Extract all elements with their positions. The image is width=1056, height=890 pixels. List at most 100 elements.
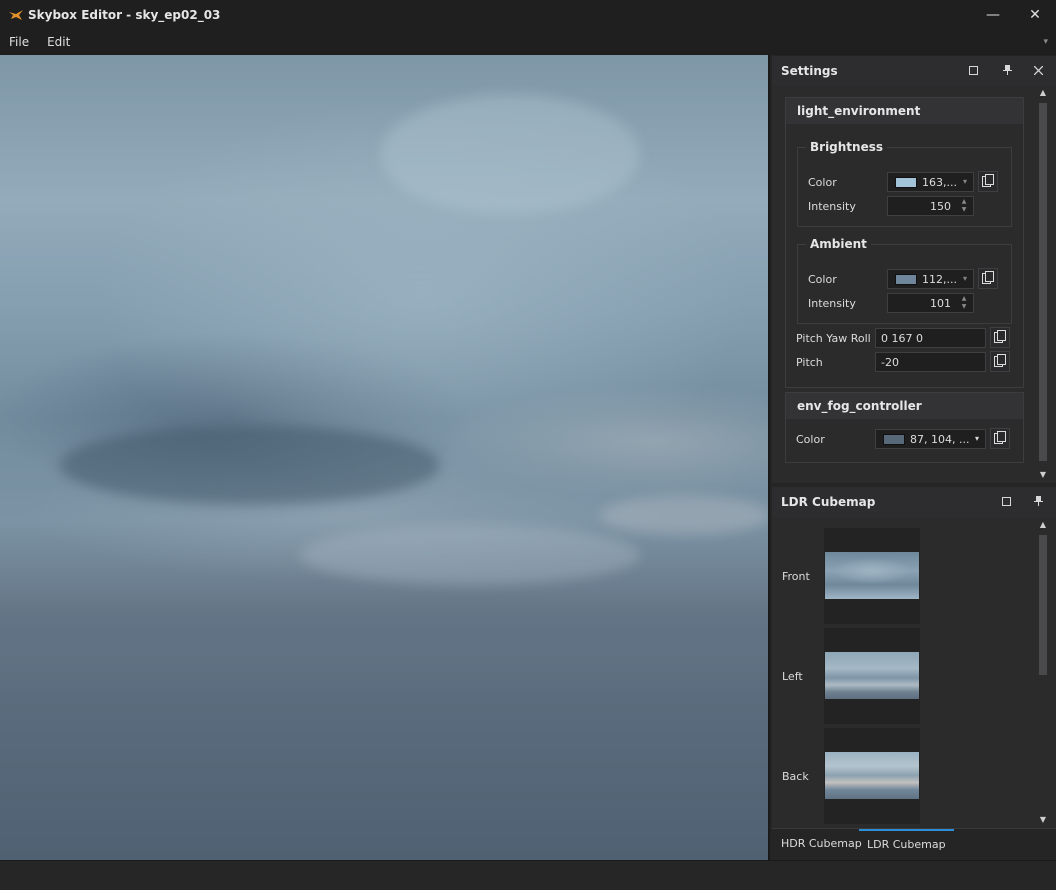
cubemap-pin-button[interactable] — [1023, 487, 1053, 517]
scroll-down-icon[interactable]: ▼ — [1037, 814, 1049, 826]
cubemap-float-button[interactable] — [991, 487, 1021, 517]
chevron-down-icon: ▾ — [974, 434, 979, 443]
brightness-color-picker[interactable]: 163,... ▾ — [887, 172, 974, 192]
close-icon — [1033, 64, 1043, 78]
pitch-yaw-roll-value: 0 167 0 — [881, 332, 923, 345]
env-fog-controller-title: env_fog_controller — [797, 399, 922, 413]
skybox-editor-window: Skybox Editor - sky_ep02_03 — ✕ File Edi… — [0, 0, 1056, 890]
copy-icon — [994, 329, 1006, 346]
cubemap-scrollbar-thumb[interactable] — [1039, 535, 1047, 675]
ambient-color-value: 112,... — [922, 272, 957, 286]
minimize-icon: — — [986, 7, 1000, 23]
ambient-color-swatch — [895, 273, 917, 285]
ambient-intensity-value: 101 — [930, 297, 951, 310]
pitch-copy-button[interactable] — [990, 351, 1010, 372]
window-title: Skybox Editor - sky_ep02_03 — [28, 8, 221, 22]
settings-panel-body: light_environment Brightness Color 163,.… — [772, 85, 1056, 483]
copy-icon — [982, 270, 994, 287]
menu-bar: File Edit ▾ — [0, 30, 1056, 54]
brightness-intensity-label: Intensity — [808, 200, 856, 213]
settings-float-button[interactable] — [958, 56, 988, 86]
face-label-front: Front — [782, 570, 810, 583]
cubemap-scrollbar[interactable]: ▲ ▼ — [1037, 519, 1049, 826]
settings-panel-title: Settings — [781, 64, 838, 78]
brightness-intensity-value: 150 — [930, 200, 951, 213]
spin-arrows-icon[interactable]: ▲ ▼ — [959, 295, 969, 311]
scroll-up-icon[interactable]: ▲ — [1037, 87, 1049, 99]
spin-arrows-icon[interactable]: ▲ ▼ — [959, 198, 969, 214]
ambient-color-copy-button[interactable] — [978, 268, 998, 289]
float-window-icon — [968, 64, 978, 78]
pitch-yaw-roll-input[interactable]: 0 167 0 — [875, 328, 986, 348]
tab-hdr-cubemap[interactable]: HDR Cubemap — [773, 829, 870, 860]
env-fog-controller-group: env_fog_controller Color 87, 104, ... ▾ — [785, 392, 1024, 463]
settings-panel-header: Settings — [772, 56, 1056, 86]
face-back-thumbnail[interactable] — [824, 728, 920, 824]
chevron-down-icon: ▾ — [962, 177, 967, 186]
horizon-haze — [0, 595, 768, 675]
ambient-group: Ambient Color 112,... ▾ Intensity 101 ▲ ▼ — [797, 237, 1012, 324]
float-window-icon — [1001, 495, 1011, 509]
cloud-shadow — [60, 425, 440, 505]
menu-edit[interactable]: Edit — [38, 30, 79, 54]
app-logo-icon — [8, 7, 24, 23]
face-left-image — [825, 652, 919, 699]
brightness-intensity-spinbox[interactable]: 150 ▲ ▼ — [887, 196, 974, 216]
settings-pin-button[interactable] — [992, 56, 1022, 86]
light-environment-title: light_environment — [797, 104, 921, 118]
chevron-down-icon: ▾ — [962, 274, 967, 283]
pin-icon — [1033, 495, 1043, 509]
dock-tab-bar: HDR Cubemap LDR Cubemap — [772, 828, 1056, 860]
skybox-viewport[interactable] — [0, 55, 768, 860]
brightness-color-swatch — [895, 176, 917, 188]
face-left-thumbnail[interactable] — [824, 628, 920, 724]
brightness-color-value: 163,... — [922, 175, 957, 189]
pitch-value: -20 — [881, 356, 899, 369]
scroll-up-icon[interactable]: ▲ — [1037, 519, 1049, 531]
settings-close-button[interactable] — [1023, 56, 1053, 86]
title-bar: Skybox Editor - sky_ep02_03 — ✕ — [0, 0, 1056, 30]
pin-icon — [1002, 64, 1012, 78]
copy-icon — [982, 173, 994, 190]
light-environment-header[interactable]: light_environment — [786, 98, 1023, 124]
settings-scrollbar[interactable]: ▲ ▼ — [1037, 87, 1049, 481]
brightness-color-copy-button[interactable] — [978, 171, 998, 192]
fog-color-swatch — [883, 433, 905, 445]
cloud-highlight — [380, 95, 640, 215]
cubemap-panel-title: LDR Cubemap — [781, 495, 876, 509]
copy-icon — [994, 353, 1006, 370]
fog-color-value: 87, 104, ... — [910, 432, 970, 446]
light-environment-group: light_environment Brightness Color 163,.… — [785, 97, 1024, 388]
tab-ldr-cubemap[interactable]: LDR Cubemap — [859, 829, 954, 860]
fog-color-label: Color — [796, 433, 825, 446]
pitch-yaw-roll-label: Pitch Yaw Roll — [796, 332, 871, 345]
env-fog-controller-header[interactable]: env_fog_controller — [786, 393, 1023, 419]
pitch-input[interactable]: -20 — [875, 352, 986, 372]
close-window-button[interactable]: ✕ — [1015, 0, 1055, 30]
brightness-color-label: Color — [808, 176, 837, 189]
fog-color-picker[interactable]: 87, 104, ... ▾ — [875, 429, 986, 449]
copy-icon — [994, 430, 1006, 447]
status-bar — [0, 860, 1056, 890]
cloud-glow — [600, 495, 768, 535]
face-back-image — [825, 752, 919, 799]
fog-color-copy-button[interactable] — [990, 428, 1010, 449]
minimize-button[interactable]: — — [973, 0, 1013, 30]
face-front-image — [825, 552, 919, 599]
face-label-left: Left — [782, 670, 803, 683]
ambient-intensity-spinbox[interactable]: 101 ▲ ▼ — [887, 293, 974, 313]
face-front-thumbnail[interactable] — [824, 528, 920, 624]
menu-overflow-icon[interactable]: ▾ — [1043, 30, 1048, 54]
settings-scrollbar-thumb[interactable] — [1039, 103, 1047, 461]
menu-file[interactable]: File — [0, 30, 38, 54]
brightness-title: Brightness — [806, 140, 888, 154]
scroll-down-icon[interactable]: ▼ — [1037, 469, 1049, 481]
brightness-group: Brightness Color 163,... ▾ Intensity 150… — [797, 140, 1012, 227]
ambient-color-picker[interactable]: 112,... ▾ — [887, 269, 974, 289]
close-icon: ✕ — [1029, 7, 1041, 23]
ambient-intensity-label: Intensity — [808, 297, 856, 310]
ambient-title: Ambient — [806, 237, 871, 251]
pitch-yaw-roll-copy-button[interactable] — [990, 327, 1010, 348]
ambient-color-label: Color — [808, 273, 837, 286]
face-label-back: Back — [782, 770, 809, 783]
